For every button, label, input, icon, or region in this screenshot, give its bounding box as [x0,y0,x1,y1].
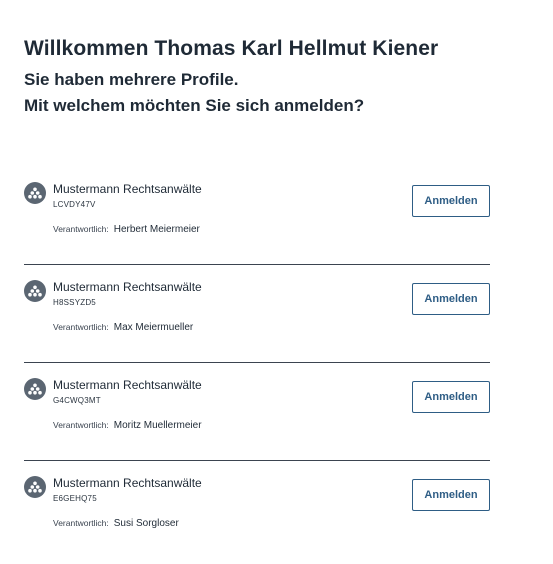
organization-icon [24,378,46,400]
profile-info: Mustermann Rechtsanwälte G4CWQ3MT Verant… [53,378,202,433]
organization-icon [24,280,46,302]
login-button[interactable]: Anmelden [412,479,490,511]
responsible-name: Susi Sorgloser [113,518,179,529]
responsible-name: Moritz Muellermeier [113,420,202,431]
profile-code: H8SSYZD5 [53,298,96,307]
profile-info: Mustermann Rechtsanwälte LCVDY47V Verant… [53,182,202,237]
responsible-label: Verantwortlich: [53,322,109,332]
responsible-name: Max Meiermueller [113,322,194,333]
organization-icon [24,476,46,498]
responsible-row: Verantwortlich: Herbert Meiermeier [53,221,202,237]
profile-info: Mustermann Rechtsanwälte E6GEHQ75 Verant… [53,476,202,531]
profile-info: Mustermann Rechtsanwälte H8SSYZD5 Verant… [53,280,202,335]
organization-name: Mustermann Rechtsanwälte [53,378,202,392]
profile-list: Mustermann Rechtsanwälte LCVDY47V Verant… [24,167,490,559]
profile-code: E6GEHQ75 [53,494,97,503]
profile-item: Mustermann Rechtsanwälte LCVDY47V Verant… [24,167,490,265]
responsible-name: Herbert Meiermeier [113,224,200,235]
organization-name: Mustermann Rechtsanwälte [53,182,202,196]
organization-name: Mustermann Rechtsanwälte [53,476,202,490]
profile-selection-page: Willkommen Thomas Karl Hellmut Kiener Si… [24,34,490,559]
subtitle-choose-profile: Mit welchem möchten Sie sich anmelden? [24,96,365,115]
profile-code: LCVDY47V [53,200,96,209]
responsible-label: Verantwortlich: [53,224,109,234]
welcome-title: Willkommen Thomas Karl Hellmut Kiener [24,37,439,60]
responsible-label: Verantwortlich: [53,420,109,430]
responsible-row: Verantwortlich: Moritz Muellermeier [53,417,202,433]
responsible-row: Verantwortlich: Susi Sorgloser [53,515,202,531]
responsible-label: Verantwortlich: [53,518,109,528]
login-button[interactable]: Anmelden [412,283,490,315]
responsible-row: Verantwortlich: Max Meiermueller [53,319,202,335]
login-button[interactable]: Anmelden [412,185,490,217]
organization-icon [24,182,46,204]
login-button[interactable]: Anmelden [412,381,490,413]
profile-item: Mustermann Rechtsanwälte G4CWQ3MT Verant… [24,363,490,461]
profile-item: Mustermann Rechtsanwälte H8SSYZD5 Verant… [24,265,490,363]
subtitle-multiple-profiles: Sie haben mehrere Profile. [24,70,239,89]
profile-code: G4CWQ3MT [53,396,101,405]
organization-name: Mustermann Rechtsanwälte [53,280,202,294]
profile-item: Mustermann Rechtsanwälte E6GEHQ75 Verant… [24,461,490,559]
